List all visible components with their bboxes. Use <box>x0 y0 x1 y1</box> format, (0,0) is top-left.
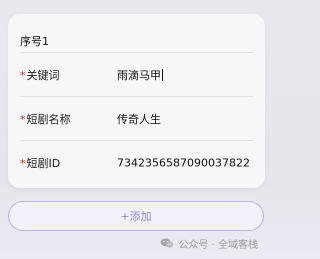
required-mark: * <box>20 113 26 126</box>
drama-id-row: *短剧ID 7342356587090037822 <box>20 141 253 185</box>
watermark-text: 公众号 · 全域客栈 <box>178 239 258 251</box>
add-button[interactable]: +添加 <box>8 201 264 231</box>
drama-id-label: *短剧ID <box>20 155 60 171</box>
drama-name-label: *短剧名称 <box>20 111 71 127</box>
item-card: 序号1 *关键词 雨滴马甲 *短剧名称 传奇人生 *短剧ID 734235658… <box>8 14 265 188</box>
item-index-title: 序号1 <box>20 35 49 48</box>
keyword-row: *关键词 雨滴马甲 <box>20 53 253 97</box>
keyword-input[interactable]: 雨滴马甲 <box>117 67 257 83</box>
required-mark: * <box>20 157 26 170</box>
watermark: 公众号 · 全域客栈 <box>160 236 258 251</box>
drama-name-input[interactable]: 传奇人生 <box>117 111 257 127</box>
drama-id-label-text: 短剧ID <box>26 157 61 170</box>
wechat-icon <box>160 237 174 249</box>
drama-name-row: *短剧名称 传奇人生 <box>20 97 253 141</box>
keyword-label-text: 关键词 <box>26 69 60 82</box>
required-mark: * <box>20 69 26 82</box>
drama-name-label-text: 短剧名称 <box>26 113 71 126</box>
keyword-label: *关键词 <box>20 67 60 83</box>
drama-id-input[interactable]: 7342356587090037822 <box>117 157 257 170</box>
